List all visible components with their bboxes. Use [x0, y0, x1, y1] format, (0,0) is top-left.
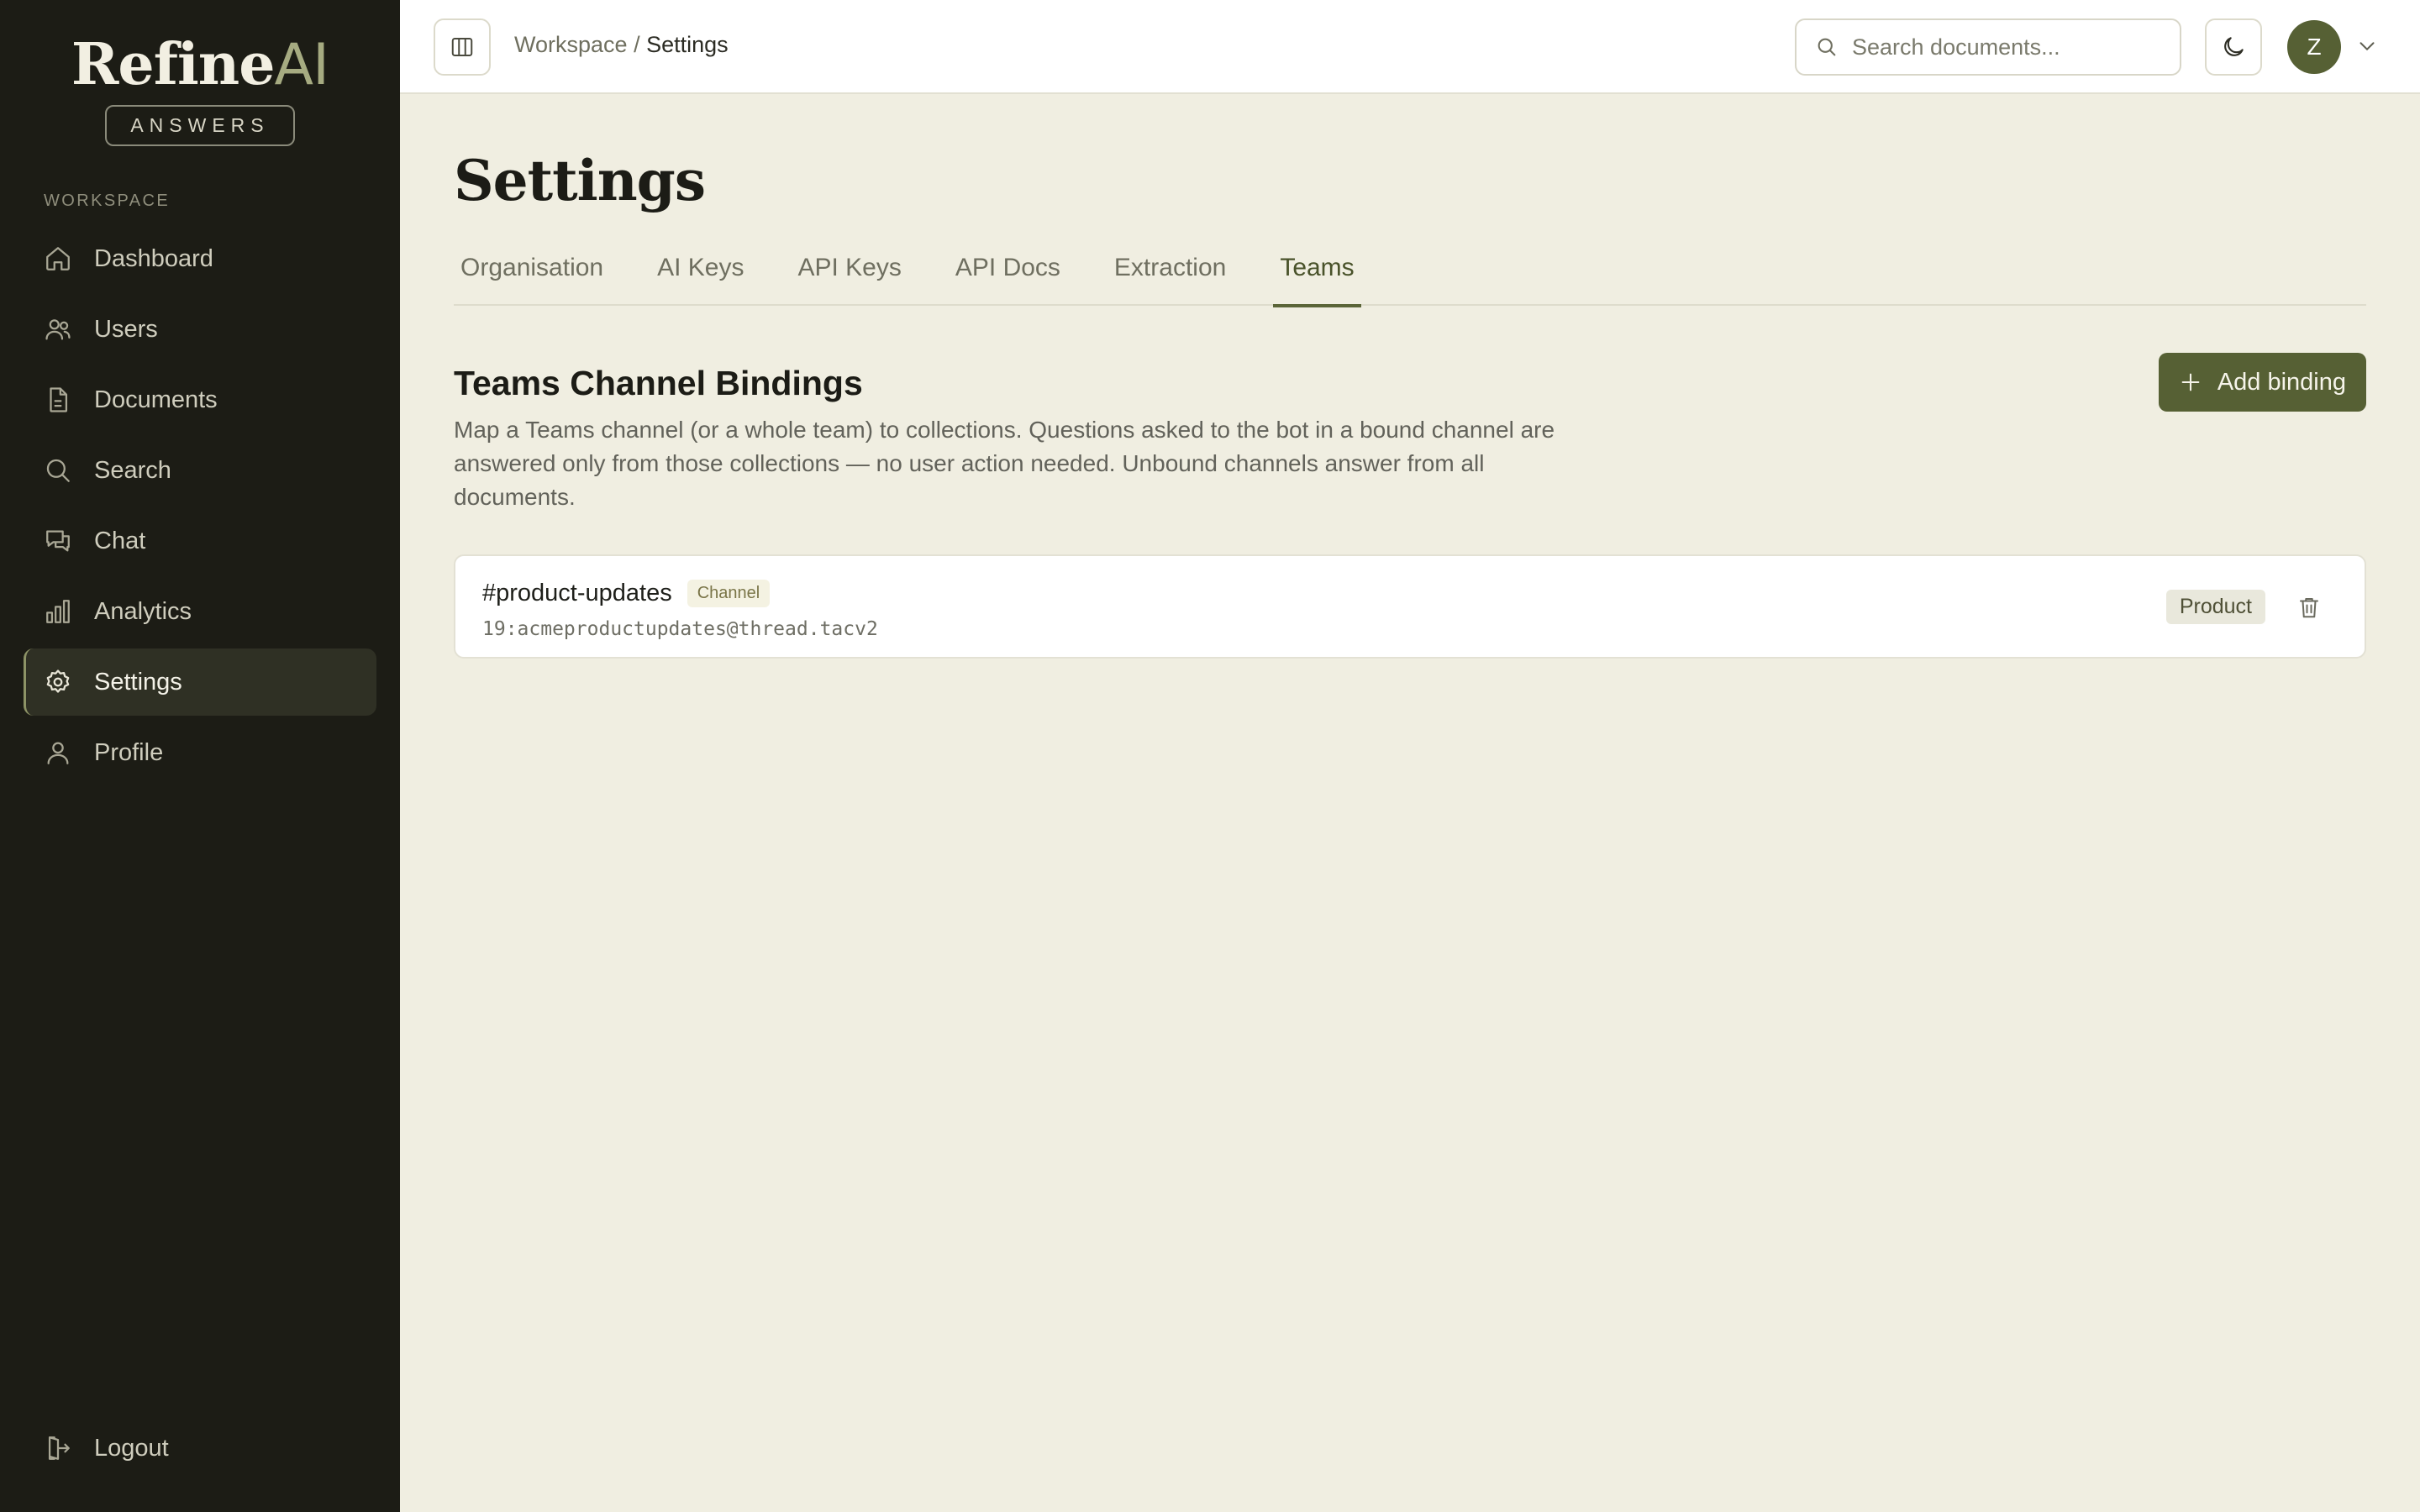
top-bar: Workspace / Settings Z	[400, 0, 2420, 94]
search-icon	[46, 459, 70, 482]
delete-binding-button[interactable]	[2294, 591, 2324, 623]
sidebar-item-label: Chat	[94, 527, 146, 554]
sidebar-item-label: Users	[94, 315, 158, 343]
tab-teams[interactable]: Teams	[1273, 239, 1362, 307]
sidebar-item-dashboard[interactable]: Dashboard	[24, 225, 376, 292]
sidebar-nav: Dashboard Users Documents Search Chat An…	[24, 225, 376, 790]
main-area: Workspace / Settings Z Settings Organisa…	[400, 0, 2420, 1512]
sidebar-panel-icon	[451, 38, 473, 56]
tab-organisation[interactable]: Organisation	[454, 239, 610, 306]
sidebar-item-analytics[interactable]: Analytics	[24, 578, 376, 645]
section-description: Map a Teams channel (or a whole team) to…	[454, 417, 1555, 510]
search-box	[1795, 18, 2181, 76]
avatar[interactable]: Z	[2287, 20, 2341, 74]
sidebar-item-label: Documents	[94, 386, 218, 413]
sidebar-item-chat[interactable]: Chat	[24, 507, 376, 575]
brand-logo[interactable]: RefineAI ANSWERS	[0, 34, 400, 146]
home-icon	[46, 247, 70, 270]
users-icon	[45, 319, 71, 340]
section-title: Teams Channel Bindings	[454, 364, 863, 402]
document-icon	[50, 387, 68, 412]
page-title: Settings	[454, 148, 706, 213]
brand-name: RefineAI	[71, 31, 329, 98]
toggle-sidebar-button[interactable]	[434, 18, 491, 76]
logout-button[interactable]: Logout	[24, 1415, 376, 1482]
tab-extraction[interactable]: Extraction	[1107, 239, 1233, 306]
chat-icon	[46, 530, 70, 552]
sidebar-item-users[interactable]: Users	[24, 296, 376, 363]
user-icon	[47, 742, 69, 764]
sidebar-item-settings[interactable]: Settings	[24, 648, 376, 716]
binding-type-chip: Channel	[687, 580, 771, 607]
teams-section-header: Teams Channel Bindings Map a Teams chann…	[454, 353, 2366, 514]
breadcrumb-current: Settings	[646, 32, 729, 57]
breadcrumb: Workspace / Settings	[514, 32, 729, 58]
binding-row: #product-updates Channel 19:acmeproductu…	[454, 554, 2366, 659]
sidebar: RefineAI ANSWERS WORKSPACE Dashboard Use…	[0, 0, 400, 1512]
sidebar-item-search[interactable]: Search	[24, 437, 376, 504]
breadcrumb-separator: /	[627, 32, 647, 57]
settings-content: Settings Organisation AI Keys API Keys A…	[454, 94, 2366, 659]
brand-badge: ANSWERS	[105, 105, 295, 146]
sidebar-item-label: Search	[94, 456, 171, 484]
search-input[interactable]	[1852, 34, 2171, 60]
logout-label: Logout	[94, 1434, 169, 1462]
breadcrumb-workspace[interactable]: Workspace	[514, 32, 628, 57]
tab-api-keys[interactable]: API Keys	[791, 239, 908, 306]
add-binding-button[interactable]: Add binding	[2158, 353, 2366, 412]
sidebar-item-label: Analytics	[94, 597, 192, 625]
bar-chart-icon	[46, 600, 70, 623]
tab-ai-keys[interactable]: AI Keys	[650, 239, 750, 306]
theme-toggle-button[interactable]	[2205, 18, 2262, 76]
sidebar-item-profile[interactable]: Profile	[24, 719, 376, 786]
sidebar-item-label: Profile	[94, 738, 164, 766]
binding-channel-name: #product-updates	[482, 580, 672, 606]
tab-api-docs[interactable]: API Docs	[949, 239, 1067, 306]
collection-badge: Product	[2165, 590, 2265, 624]
binding-name: #product-updates Channel	[482, 580, 771, 607]
plus-icon	[2181, 373, 2200, 391]
settings-tabs: Organisation AI Keys API Keys API Docs E…	[454, 239, 2366, 307]
search-icon	[1818, 38, 1836, 56]
gear-icon	[46, 669, 70, 693]
binding-channel-id: 19:acmeproductupdates@thread.tacv2	[482, 618, 878, 640]
add-binding-label: Add binding	[2217, 368, 2346, 396]
logout-icon	[48, 1436, 70, 1460]
sidebar-item-label: Dashboard	[94, 244, 213, 272]
logout-area: Logout	[24, 1415, 376, 1485]
sidebar-item-documents[interactable]: Documents	[24, 366, 376, 433]
sidebar-section-label: WORKSPACE	[44, 192, 171, 210]
trash-icon	[2300, 598, 2318, 618]
chevron-down-icon[interactable]	[2354, 34, 2380, 59]
sidebar-item-label: Settings	[94, 668, 182, 696]
moon-icon	[2224, 37, 2244, 56]
